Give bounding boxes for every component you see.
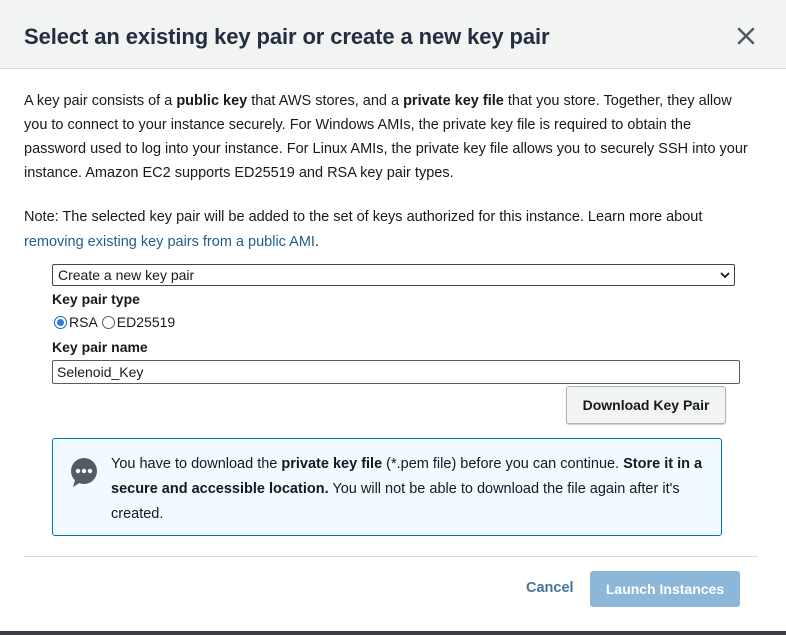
dialog-description: A key pair consists of a public key that…: [24, 93, 748, 181]
ed25519-radio[interactable]: [101, 315, 115, 329]
key-pair-type-label: Key pair type: [52, 291, 140, 307]
cancel-button[interactable]: Cancel: [526, 580, 574, 596]
key-pair-select[interactable]: Create a new key pair: [52, 264, 735, 286]
dialog-title: Select an existing key pair or create a …: [24, 24, 550, 49]
info-alert-text: You have to download the private key fil…: [111, 456, 703, 522]
key-pair-select-value: Create a new key pair: [58, 267, 195, 283]
speech-bubble-icon: [71, 458, 97, 487]
rsa-radio[interactable]: [54, 315, 67, 329]
key-pair-name-label: Key pair name: [52, 339, 148, 355]
info-alert: You have to download the private key fil…: [52, 438, 722, 536]
close-icon[interactable]: [736, 26, 756, 46]
bottom-edge-bar: [0, 631, 786, 635]
launch-instances-button[interactable]: Launch Instances: [590, 571, 740, 607]
rsa-radio-label: RSA: [69, 314, 98, 330]
footer-divider: [24, 556, 758, 557]
removing-key-pairs-link[interactable]: removing existing key pairs from a publi…: [24, 234, 315, 250]
private-key-file-term: private key file: [403, 93, 504, 109]
download-key-pair-button[interactable]: Download Key Pair: [566, 386, 726, 424]
public-key-term: public key: [176, 93, 248, 109]
key-pair-type-radio-group: RSA ED25519: [54, 314, 179, 330]
key-pair-name-input[interactable]: Selenoid_Key: [52, 360, 740, 384]
key-pair-dialog: Select an existing key pair or create a …: [0, 0, 786, 635]
ed25519-radio-label: ED25519: [116, 314, 176, 330]
dialog-header: Select an existing key pair or create a …: [0, 0, 786, 69]
chevron-down-icon: [720, 272, 730, 279]
note-text: Note: The selected key pair will be adde…: [24, 209, 703, 250]
